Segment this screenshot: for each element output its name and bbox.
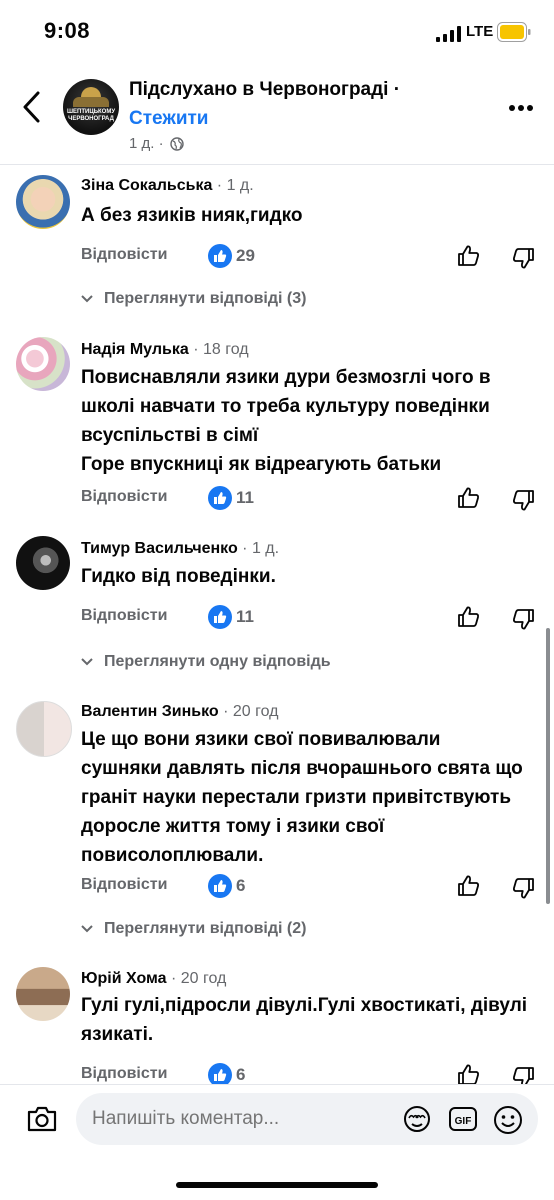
view-replies-label[interactable]: Переглянути одну відповідь [104,653,331,671]
like-count: 29 [236,246,255,265]
view-replies-label[interactable]: Переглянути відповіді (3) [104,290,306,308]
comment-time: · 1 д. [212,177,254,194]
group-name[interactable]: Підслухано в Червонограді · [129,79,400,101]
like-count: 11 [236,488,254,507]
avatar[interactable] [16,536,70,590]
scrollbar[interactable] [546,628,550,904]
view-replies-link[interactable]: Переглянути одну відповідь [80,653,331,671]
author-name[interactable]: Надія Мулька [81,341,189,358]
reply-button[interactable]: Відповісти [81,876,167,894]
more-icon[interactable] [508,104,534,112]
comment-actions: Відповісти 6 [81,874,541,900]
comment-time: · 20 год [218,703,279,720]
home-indicator [176,1182,378,1188]
comment-actions: Відповісти 11 [81,486,541,512]
comment-composer: GIF [0,1084,554,1200]
signal-icon [436,26,461,42]
header-divider [0,164,554,165]
network-label: LTE [466,23,494,40]
comment-actions: Відповісти 29 [81,244,541,270]
reply-button[interactable]: Відповісти [81,488,167,506]
comment-actions: Відповісти 11 [81,605,541,631]
emoji-icon[interactable] [492,1104,524,1136]
like-icon [208,486,232,510]
status-bar: 9:08 LTE [0,0,554,64]
comment-author[interactable]: Юрій Хома · 20 год [81,970,226,988]
view-replies-link[interactable]: Переглянути відповіді (2) [80,920,306,938]
comment-input[interactable] [92,1108,392,1130]
comment-author[interactable]: Тимур Васильченко · 1 д. [81,540,279,558]
comment-text: Гулі гулі,підросли дівулі.Гулі хвостикат… [81,995,528,1045]
comment-time: · 18 год [188,341,249,358]
thumb-down-icon[interactable] [511,488,535,512]
thumb-down-icon[interactable] [511,607,535,631]
comment-text: А без язиків нияк,гидко [81,205,303,226]
comment-input-wrap[interactable]: GIF [76,1093,538,1145]
chevron-down-icon [81,295,93,303]
thumb-up-icon[interactable] [457,486,481,510]
author-name[interactable]: Валентин Зинько [81,703,219,720]
avatar-sticker-icon[interactable] [402,1104,432,1134]
back-arrow-icon[interactable] [20,90,44,124]
reply-button[interactable]: Відповісти [81,246,167,264]
thumb-down-icon[interactable] [511,246,535,270]
comment-time: · 1 д. [237,540,280,557]
like-icon [208,244,232,268]
comment-author[interactable]: Валентин Зинько · 20 год [81,703,279,721]
chevron-down-icon [81,925,93,933]
avatar-church [73,97,109,107]
avatar-caption: ШЕПТИЦЬКОМУ ЧЕРВОНОГРАД [67,109,116,122]
comment-text: Гидко від поведінки. [81,566,276,587]
thumb-up-icon[interactable] [457,605,481,629]
author-name[interactable]: Юрій Хома [81,970,167,987]
gif-icon[interactable]: GIF [448,1104,478,1134]
comment-author[interactable]: Надія Мулька · 18 год [81,341,249,359]
camera-icon[interactable] [26,1105,58,1133]
like-count: 6 [236,1065,246,1084]
reply-button[interactable]: Відповісти [81,607,167,625]
avatar[interactable] [16,967,70,1021]
comment-author[interactable]: Зіна Сокальська · 1 д. [81,177,254,195]
post-time: 1 д. · [129,135,164,152]
like-count: 11 [236,607,254,626]
globe-icon [169,136,184,151]
post-header: ШЕПТИЦЬКОМУ ЧЕРВОНОГРАД Підслухано в Чер… [0,64,554,162]
like-icon [208,874,232,898]
author-name[interactable]: Тимур Васильченко [81,540,238,557]
thumb-up-icon[interactable] [457,244,481,268]
comment-text: Повиснавляли язики дури безмозглі чого в… [81,367,491,475]
avatar[interactable] [16,701,72,757]
chevron-down-icon [81,658,93,666]
comment-time: · 20 год [166,970,227,987]
group-avatar[interactable]: ШЕПТИЦЬКОМУ ЧЕРВОНОГРАД [63,79,119,135]
like-count: 6 [236,876,246,895]
reply-button[interactable]: Відповісти [81,1065,167,1083]
battery-icon [497,22,531,42]
view-replies-link[interactable]: Переглянути відповіді (3) [80,290,306,308]
post-meta: 1 д. · [129,135,184,152]
view-replies-label[interactable]: Переглянути відповіді (2) [104,920,306,938]
follow-button[interactable]: Стежити [129,108,208,130]
author-name[interactable]: Зіна Сокальська [81,177,212,194]
svg-text:GIF: GIF [455,1116,472,1127]
like-icon [208,605,232,629]
comment-text: Це що вони язики свої повивалювали сушня… [81,729,523,866]
status-time: 9:08 [44,18,91,43]
thumb-up-icon[interactable] [457,874,481,898]
thumb-down-icon[interactable] [511,876,535,900]
avatar[interactable] [16,337,70,391]
avatar[interactable] [16,175,70,229]
